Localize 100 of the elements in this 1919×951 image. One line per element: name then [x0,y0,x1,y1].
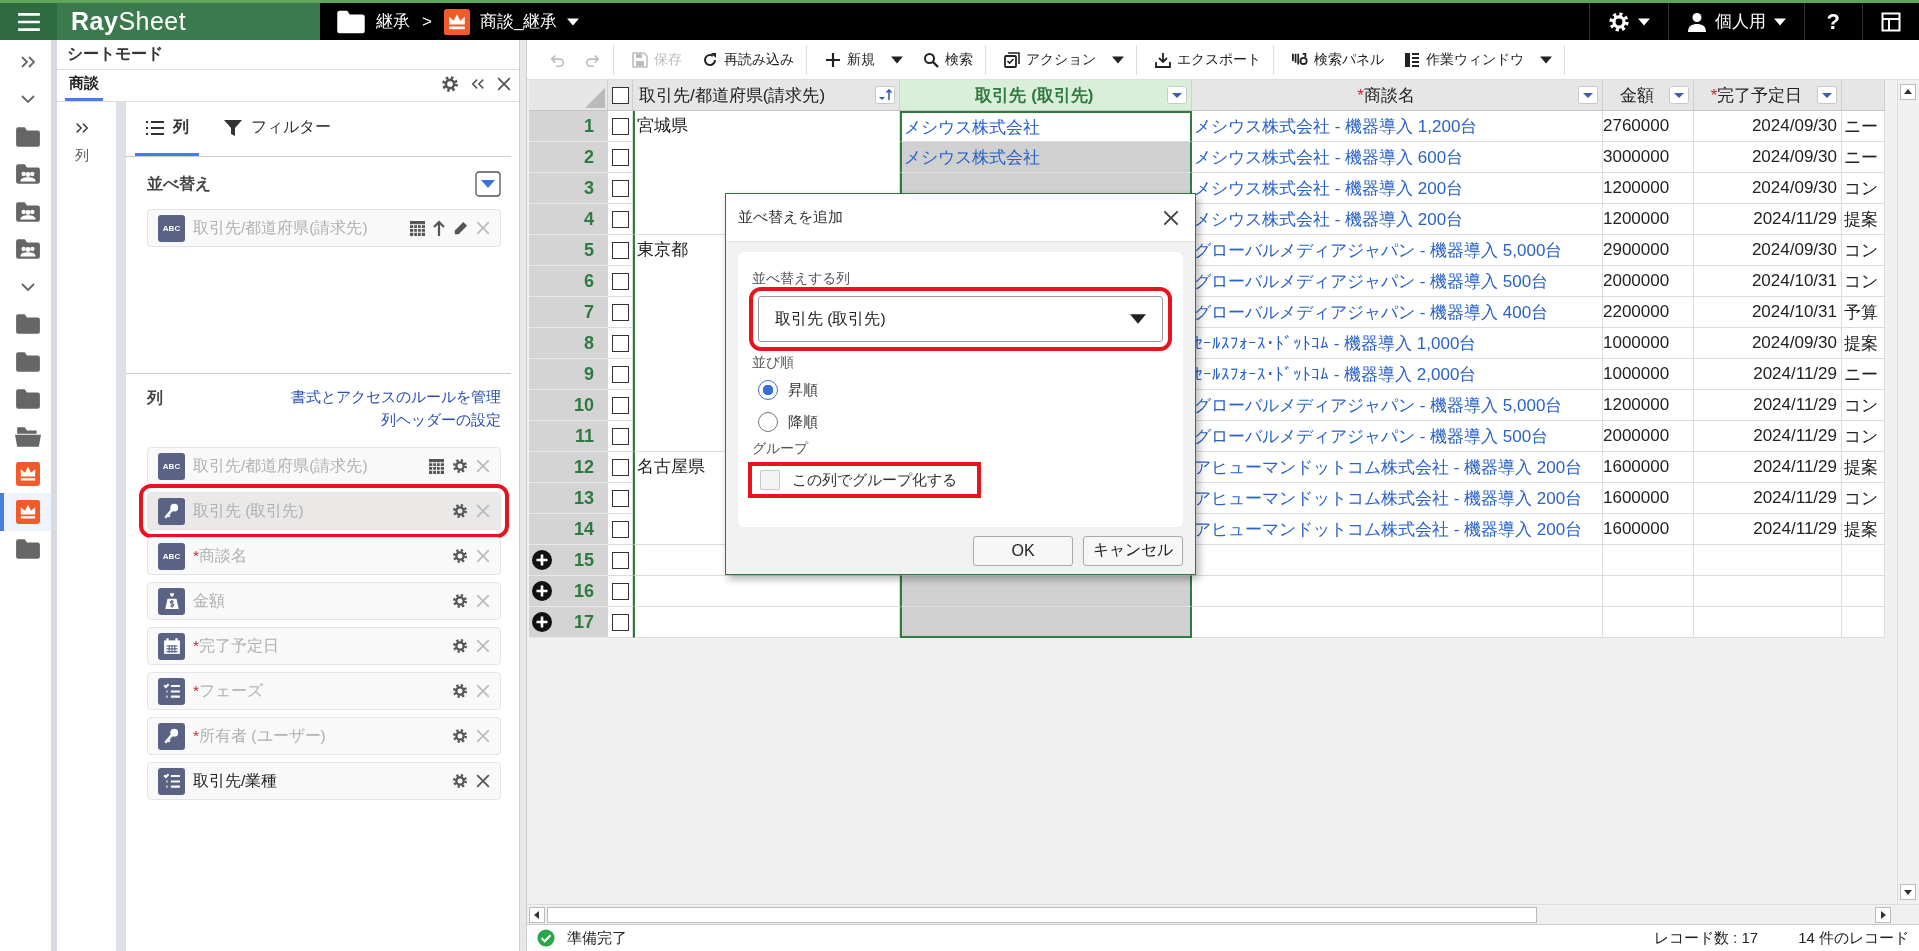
rail-item[interactable] [0,493,51,531]
row-header[interactable]: 11 [529,421,608,452]
action-button[interactable]: アクション [996,44,1137,75]
column-item[interactable]: ABC 取引先/都道府県(請求先) [147,447,501,485]
column-item[interactable]: 取引先/業種 [147,762,501,800]
settings-icon[interactable] [452,593,468,609]
menu-button[interactable] [0,3,57,40]
scroll-thumb[interactable] [547,906,1537,923]
collapse-icon[interactable] [471,78,485,90]
filter-menu-icon[interactable] [1167,86,1187,104]
column-item[interactable]: *完了予定日 [147,627,501,665]
row-header[interactable]: 9 [529,359,608,390]
tab[interactable]: フィルター [213,102,341,156]
column-header[interactable]: *完了予定日 [1694,80,1842,111]
select-all-checkbox[interactable] [611,86,629,104]
pencil-icon[interactable] [453,220,468,236]
row-header[interactable]: 14 [529,514,608,545]
add-row-icon[interactable] [532,581,552,601]
row-checkbox[interactable] [611,179,629,197]
row-header[interactable]: 7 [529,297,608,328]
remove-icon[interactable] [476,774,490,788]
add-sort-button[interactable] [475,171,501,197]
link[interactable]: 列ヘッダーの設定 [381,411,501,430]
tab[interactable]: 列 [135,102,199,156]
scroll-down-icon[interactable] [1904,888,1912,896]
column-header[interactable]: *商談名 [1192,80,1603,111]
row-header[interactable]: 4 [529,204,608,235]
settings-icon[interactable] [452,548,468,564]
row-header[interactable]: 8 [529,328,608,359]
column-item[interactable]: ABC *商談名 [147,537,501,575]
close-icon[interactable] [497,77,511,91]
settings-icon[interactable] [441,75,459,93]
column-header[interactable]: 取引先 (取引先) [900,80,1192,111]
settings-icon[interactable] [452,503,468,519]
row-checkbox[interactable] [611,551,629,569]
row-header[interactable]: 17 [529,607,608,638]
row-checkbox[interactable] [611,427,629,445]
row-header[interactable]: 15 [529,545,608,576]
close-icon[interactable] [1163,209,1179,226]
column-header[interactable]: 金額 [1603,80,1694,111]
settings-icon[interactable] [452,458,468,474]
row-checkbox[interactable] [611,210,629,228]
filter-menu-icon[interactable] [1669,86,1689,104]
dialog-button[interactable]: OK [973,535,1073,566]
row-checkbox[interactable] [611,582,629,600]
row-checkbox[interactable] [611,148,629,166]
row-header[interactable]: 13 [529,483,608,514]
horizontal-scrollbar[interactable] [527,904,1919,924]
row-header[interactable]: 5 [529,235,608,266]
column-header[interactable]: 取引先/都道府県(請求先) [633,80,900,111]
row-checkbox[interactable] [611,117,629,135]
row-header[interactable]: 2 [529,142,608,173]
dialog-button[interactable]: キャンセル [1083,535,1183,566]
filter-menu-icon[interactable] [1817,86,1837,104]
column-item[interactable]: *所有者 (ユーザー) [147,717,501,755]
row-checkbox[interactable] [611,396,629,414]
sort-menu-icon[interactable] [875,86,895,104]
row-header[interactable]: 12 [529,452,608,483]
add-row-icon[interactable] [532,612,552,632]
row-checkbox[interactable] [611,613,629,631]
row-header[interactable]: 10 [529,390,608,421]
settings-icon[interactable] [452,728,468,744]
scroll-left-icon[interactable] [533,910,541,919]
work-window-button[interactable]: 作業ウィンドウ [1396,44,1565,75]
up-arrow-icon[interactable] [433,220,445,236]
reload-button[interactable]: 再読み込み [694,44,807,75]
breadcrumb-item[interactable]: 継承 [336,8,410,35]
sort-item[interactable]: ABC 取引先/都道府県(請求先) [147,209,501,247]
row-checkbox[interactable] [611,489,629,507]
row-header[interactable]: 16 [529,576,608,607]
scroll-right-icon[interactable] [1879,910,1887,919]
help-button[interactable]: ? [1803,3,1862,40]
row-checkbox[interactable] [611,334,629,352]
link[interactable]: 書式とアクセスのルールを管理 [291,388,501,407]
scroll-up-icon[interactable] [1904,88,1912,96]
radio-button[interactable] [758,412,778,432]
new-button[interactable]: 新規 [817,44,911,75]
radio-button[interactable] [758,380,778,400]
settings-icon[interactable] [452,773,468,789]
expand-icon[interactable] [74,122,89,134]
vertical-scrollbar[interactable] [1897,80,1919,904]
row-checkbox[interactable] [611,458,629,476]
export-button[interactable]: エクスポート [1147,44,1274,75]
logo[interactable]: RaySheet [57,3,187,40]
row-checkbox[interactable] [611,303,629,321]
filter-menu-icon[interactable] [1578,86,1598,104]
search-button[interactable]: 検索 [915,44,986,75]
row-checkbox[interactable] [611,365,629,383]
search-panel-button[interactable]: 検索パネル [1284,44,1392,75]
object-tab[interactable]: 商談 [65,74,103,101]
user-menu-button[interactable]: 個人用 [1667,3,1804,40]
row-checkbox[interactable] [611,272,629,290]
add-row-icon[interactable] [532,550,552,570]
row-checkbox[interactable] [611,241,629,259]
column-item[interactable]: *フェーズ [147,672,501,710]
row-header[interactable]: 3 [529,173,608,204]
row-header[interactable]: 1 [529,111,608,142]
row-checkbox[interactable] [611,520,629,538]
breadcrumb-item[interactable]: 商談_継承 [443,8,580,35]
settings-icon[interactable] [452,638,468,654]
